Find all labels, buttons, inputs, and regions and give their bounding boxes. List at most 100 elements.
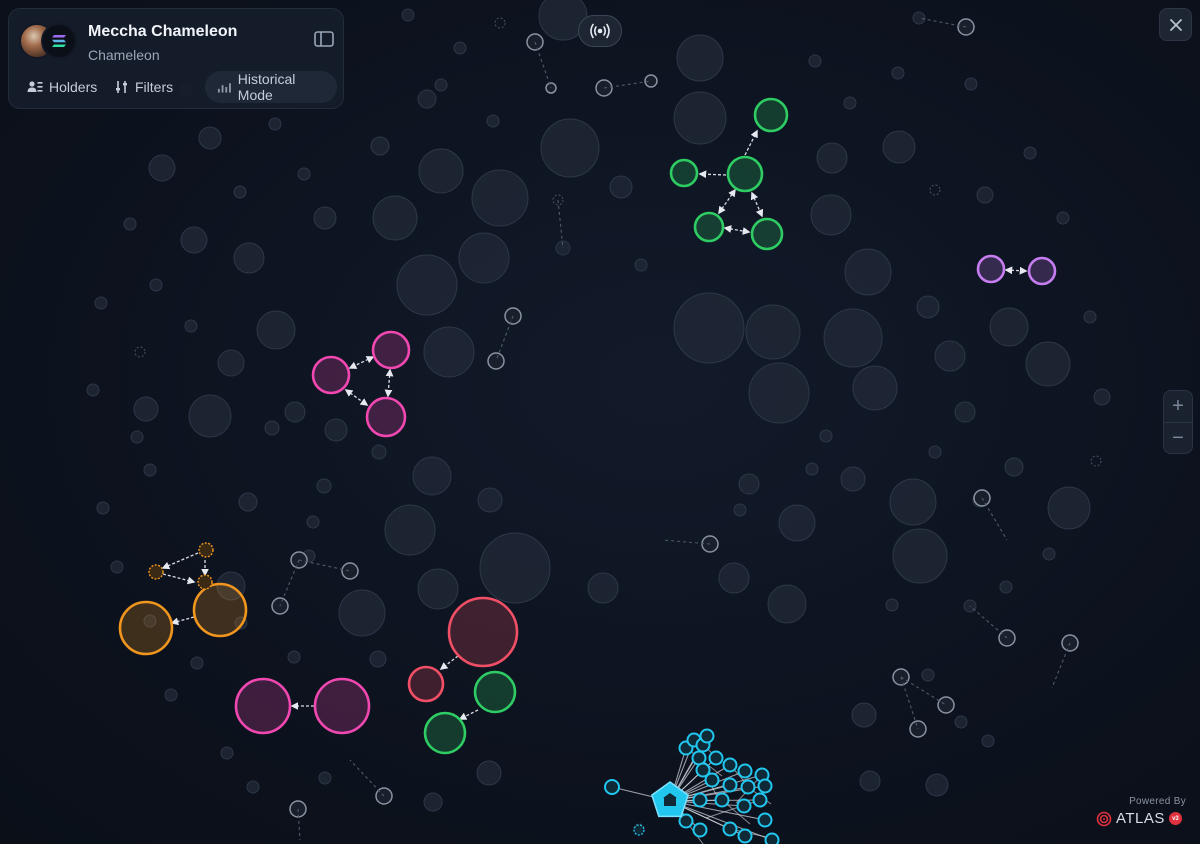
holder-node-cyan[interactable] bbox=[714, 792, 730, 808]
holder-node-purple[interactable] bbox=[1027, 256, 1057, 286]
holder-node-cyan[interactable] bbox=[737, 763, 753, 779]
filters-button[interactable]: Filters bbox=[109, 71, 179, 103]
historical-mode-label: Historical Mode bbox=[237, 71, 296, 103]
background-bubble bbox=[396, 254, 458, 316]
transfer-link bbox=[458, 709, 479, 720]
faint-link bbox=[534, 41, 552, 89]
background-bubble bbox=[384, 504, 436, 556]
holder-node-red[interactable] bbox=[407, 665, 445, 703]
background-bubble bbox=[925, 773, 949, 797]
background-bubble bbox=[1023, 146, 1037, 160]
background-bubble bbox=[264, 420, 280, 436]
holder-node-green[interactable] bbox=[750, 217, 784, 251]
holder-node-red[interactable] bbox=[447, 596, 519, 668]
faint-link bbox=[981, 497, 1008, 541]
holder-node-cyan[interactable] bbox=[764, 832, 780, 844]
atlas-logo[interactable]: ATLAS v3 bbox=[1096, 810, 1182, 827]
holders-button[interactable]: Holders bbox=[21, 71, 103, 103]
holder-node-orange-small[interactable] bbox=[148, 564, 164, 580]
background-bubble bbox=[1047, 486, 1091, 530]
holder-node-magenta[interactable] bbox=[234, 677, 292, 735]
holder-node-cyan[interactable] bbox=[692, 792, 708, 808]
background-bubble bbox=[891, 66, 905, 80]
holder-node-cyan[interactable] bbox=[757, 778, 773, 794]
zoom-in-button[interactable]: + bbox=[1164, 391, 1192, 422]
holder-node-green[interactable] bbox=[693, 211, 725, 243]
live-broadcast-button[interactable] bbox=[578, 15, 622, 47]
holder-node-pink[interactable] bbox=[311, 355, 351, 395]
holder-node-cyan-small[interactable] bbox=[633, 824, 645, 836]
holder-node-cyan[interactable] bbox=[722, 821, 738, 837]
background-bubble bbox=[287, 650, 301, 664]
background-bubble bbox=[233, 185, 247, 199]
holder-node-magenta[interactable] bbox=[313, 677, 371, 735]
transfer-link bbox=[1004, 266, 1028, 275]
holder-node-cyan[interactable] bbox=[740, 779, 756, 795]
zoom-out-button[interactable]: − bbox=[1164, 422, 1192, 454]
panel-actions: Holders Filters Historical Mode bbox=[17, 71, 337, 103]
holder-node-green[interactable] bbox=[423, 711, 467, 755]
background-bubble bbox=[401, 8, 415, 22]
sidebar-toggle-button[interactable] bbox=[314, 31, 336, 49]
holder-node-cyan[interactable] bbox=[722, 757, 738, 773]
historical-mode-button[interactable]: Historical Mode bbox=[205, 71, 337, 103]
token-panel: Meccha Chameleon Chameleon Holders Filte… bbox=[8, 8, 344, 109]
close-button[interactable] bbox=[1159, 8, 1192, 41]
background-bubble bbox=[458, 232, 510, 284]
holder-node-green[interactable] bbox=[669, 158, 699, 188]
holder-node-orange-small[interactable] bbox=[198, 542, 214, 558]
holder-node-orange[interactable] bbox=[118, 600, 174, 656]
holder-node-cyan[interactable] bbox=[737, 828, 753, 844]
holder-node-green[interactable] bbox=[473, 670, 517, 714]
bubble-map[interactable] bbox=[0, 0, 1200, 844]
holder-node-cyan[interactable] bbox=[708, 750, 724, 766]
transfer-link bbox=[750, 191, 764, 218]
holder-node-pink[interactable] bbox=[365, 396, 407, 438]
background-bubble bbox=[297, 167, 311, 181]
background-bubble bbox=[819, 429, 833, 443]
token-avatar-group bbox=[19, 23, 83, 63]
dotted-bubble bbox=[494, 17, 506, 29]
background-bubble bbox=[673, 292, 745, 364]
holder-node-cyan[interactable] bbox=[704, 772, 720, 788]
transfer-link bbox=[161, 552, 199, 570]
transfer-link bbox=[348, 356, 375, 369]
holder-node-pink[interactable] bbox=[371, 330, 411, 370]
holder-node-cyan[interactable] bbox=[736, 798, 752, 814]
holder-node-cyan[interactable] bbox=[722, 777, 738, 793]
background-bubble bbox=[423, 792, 443, 812]
background-bubble bbox=[989, 307, 1029, 347]
holder-node-cyan[interactable] bbox=[752, 792, 768, 808]
holder-node-green[interactable] bbox=[726, 155, 764, 193]
holder-node-purple[interactable] bbox=[976, 254, 1006, 284]
background-bubble bbox=[284, 401, 306, 423]
background-bubble bbox=[634, 258, 648, 272]
holder-node-cyan[interactable] bbox=[692, 822, 708, 838]
holder-node-cyan[interactable] bbox=[757, 812, 773, 828]
background-bubble bbox=[318, 771, 332, 785]
background-bubble bbox=[164, 688, 178, 702]
background-bubble bbox=[148, 154, 176, 182]
holder-node-cyan[interactable] bbox=[699, 728, 715, 744]
dotted-bubble bbox=[929, 184, 941, 196]
background-bubble bbox=[767, 584, 807, 624]
background-bubble bbox=[587, 572, 619, 604]
holder-node-cyan[interactable] bbox=[604, 779, 620, 795]
token-symbol: Chameleon bbox=[88, 47, 160, 63]
background-bubble bbox=[217, 349, 245, 377]
background-bubble bbox=[324, 418, 348, 442]
background-bubble bbox=[823, 308, 883, 368]
holder-node-orange[interactable] bbox=[192, 582, 248, 638]
holder-node-green[interactable] bbox=[753, 97, 789, 133]
background-bubble bbox=[843, 96, 857, 110]
background-bubble bbox=[816, 142, 848, 174]
background-bubble bbox=[471, 169, 529, 227]
holder-node-orange-small[interactable] bbox=[197, 574, 213, 590]
exchange-icon bbox=[664, 798, 676, 806]
holders-label: Holders bbox=[49, 79, 98, 95]
background-bubble bbox=[188, 394, 232, 438]
background-bubble bbox=[372, 195, 418, 241]
background-bubble bbox=[778, 504, 816, 542]
dotted-bubble bbox=[1090, 455, 1102, 467]
background-bubble bbox=[916, 295, 940, 319]
